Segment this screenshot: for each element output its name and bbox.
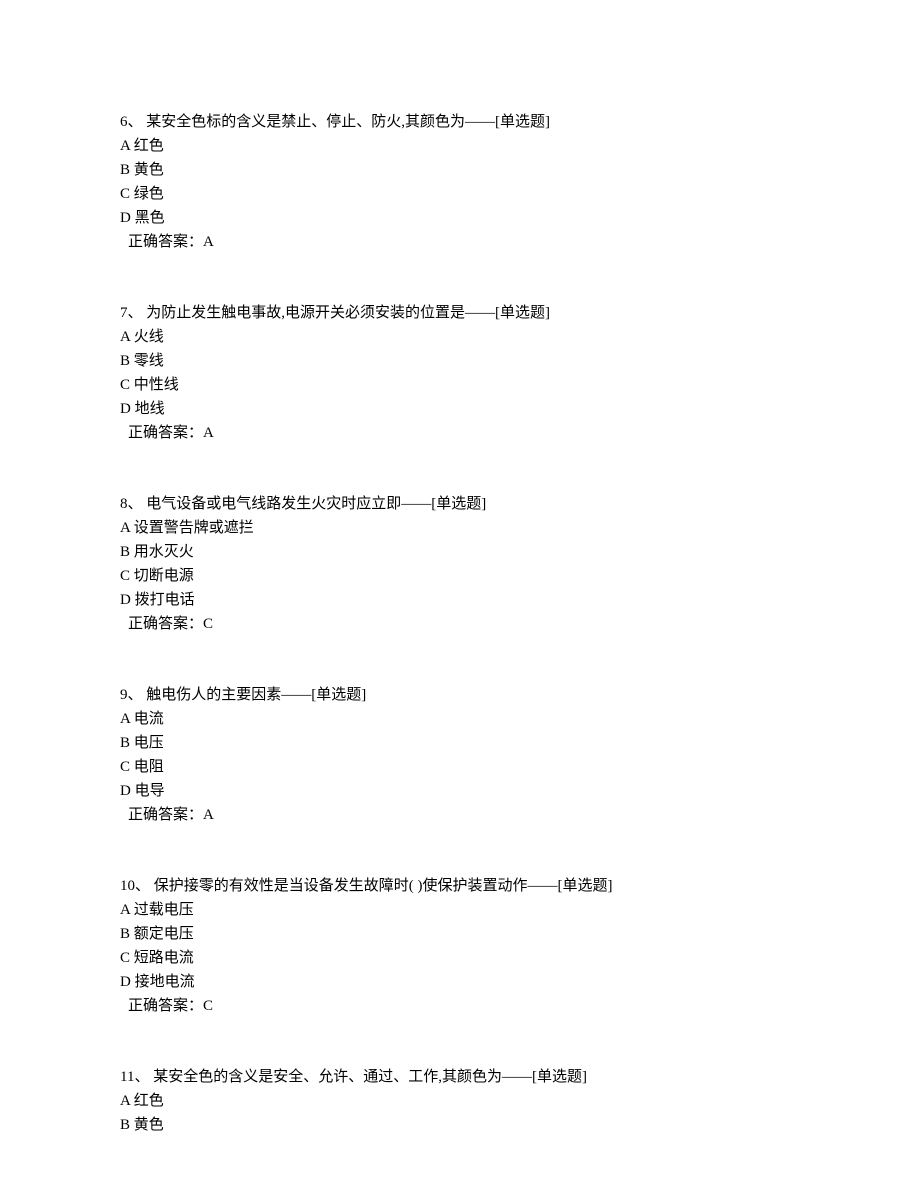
question-number: 10、	[120, 878, 150, 894]
correct-answer: 正确答案：C	[120, 994, 800, 1018]
question-number: 7、	[120, 305, 143, 321]
question-10: 10、 保护接零的有效性是当设备发生故障时( )使保护装置动作——[单选题] A…	[120, 874, 800, 1018]
option-d: D 拨打电话	[120, 588, 800, 612]
option-a: A 设置警告牌或遮拦	[120, 516, 800, 540]
correct-answer: 正确答案：C	[120, 612, 800, 636]
option-b: B 额定电压	[120, 922, 800, 946]
document-content: 6、 某安全色标的含义是禁止、停止、防火,其颜色为——[单选题] A 红色 B …	[120, 110, 800, 1137]
option-d: D 地线	[120, 397, 800, 421]
option-d: D 电导	[120, 779, 800, 803]
question-number: 9、	[120, 687, 143, 703]
option-c: C 绿色	[120, 182, 800, 206]
question-text: 6、 某安全色标的含义是禁止、停止、防火,其颜色为——[单选题]	[120, 110, 800, 134]
option-a: A 过载电压	[120, 898, 800, 922]
question-stem: 某安全色的含义是安全、允许、通过、工作,其颜色为——[单选题]	[153, 1069, 587, 1085]
option-a: A 红色	[120, 1089, 800, 1113]
option-d: D 接地电流	[120, 970, 800, 994]
question-stem: 电气设备或电气线路发生火灾时应立即——[单选题]	[146, 496, 486, 512]
correct-answer: 正确答案：A	[120, 230, 800, 254]
option-b: B 零线	[120, 349, 800, 373]
question-text: 7、 为防止发生触电事故,电源开关必须安装的位置是——[单选题]	[120, 301, 800, 325]
correct-answer: 正确答案：A	[120, 421, 800, 445]
question-text: 8、 电气设备或电气线路发生火灾时应立即——[单选题]	[120, 492, 800, 516]
question-stem: 某安全色标的含义是禁止、停止、防火,其颜色为——[单选题]	[146, 114, 550, 130]
question-9: 9、 触电伤人的主要因素——[单选题] A 电流 B 电压 C 电阻 D 电导 …	[120, 683, 800, 827]
option-c: C 切断电源	[120, 564, 800, 588]
option-c: C 短路电流	[120, 946, 800, 970]
option-b: B 用水灭火	[120, 540, 800, 564]
option-a: A 电流	[120, 707, 800, 731]
option-d: D 黑色	[120, 206, 800, 230]
question-7: 7、 为防止发生触电事故,电源开关必须安装的位置是——[单选题] A 火线 B …	[120, 301, 800, 445]
question-number: 6、	[120, 114, 143, 130]
question-text: 10、 保护接零的有效性是当设备发生故障时( )使保护装置动作——[单选题]	[120, 874, 800, 898]
option-a: A 红色	[120, 134, 800, 158]
option-b: B 电压	[120, 731, 800, 755]
question-stem: 触电伤人的主要因素——[单选题]	[146, 687, 366, 703]
question-number: 11、	[120, 1069, 149, 1085]
question-8: 8、 电气设备或电气线路发生火灾时应立即——[单选题] A 设置警告牌或遮拦 B…	[120, 492, 800, 636]
question-11: 11、 某安全色的含义是安全、允许、通过、工作,其颜色为——[单选题] A 红色…	[120, 1065, 800, 1137]
option-b: B 黄色	[120, 1113, 800, 1137]
question-text: 11、 某安全色的含义是安全、允许、通过、工作,其颜色为——[单选题]	[120, 1065, 800, 1089]
question-text: 9、 触电伤人的主要因素——[单选题]	[120, 683, 800, 707]
question-number: 8、	[120, 496, 143, 512]
option-c: C 中性线	[120, 373, 800, 397]
option-a: A 火线	[120, 325, 800, 349]
question-6: 6、 某安全色标的含义是禁止、停止、防火,其颜色为——[单选题] A 红色 B …	[120, 110, 800, 254]
option-c: C 电阻	[120, 755, 800, 779]
question-stem: 为防止发生触电事故,电源开关必须安装的位置是——[单选题]	[146, 305, 550, 321]
option-b: B 黄色	[120, 158, 800, 182]
question-stem: 保护接零的有效性是当设备发生故障时( )使保护装置动作——[单选题]	[154, 878, 613, 894]
correct-answer: 正确答案：A	[120, 803, 800, 827]
